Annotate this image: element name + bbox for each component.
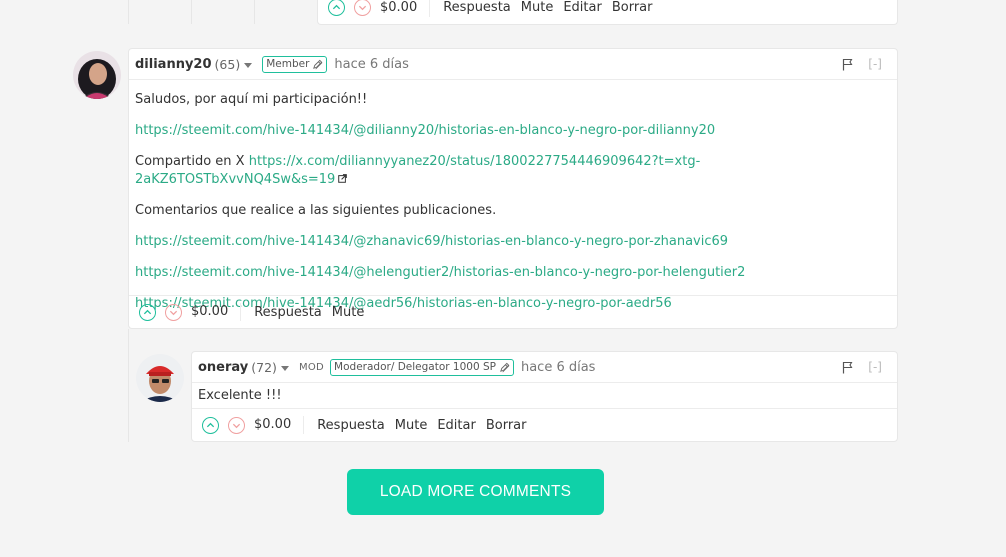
post-link[interactable]: https://steemit.com/hive-141434/@zhanavi… bbox=[135, 234, 728, 249]
collapse-toggle[interactable]: [-] bbox=[868, 360, 882, 374]
reply-link[interactable]: Respuesta bbox=[443, 0, 511, 15]
timestamp[interactable]: hace 6 días bbox=[334, 57, 409, 72]
reply-card: oneray (72) MOD Moderador/ Delegator 100… bbox=[191, 351, 898, 442]
delete-link[interactable]: Borrar bbox=[486, 418, 527, 433]
comment-footer: $0.00 Respuesta Mute Editar Borrar bbox=[192, 408, 897, 441]
caret-down-icon[interactable] bbox=[244, 62, 253, 68]
payout-value[interactable]: $0.00 bbox=[254, 416, 305, 434]
downvote-button[interactable] bbox=[228, 416, 245, 434]
pencil-icon bbox=[313, 59, 323, 69]
avatar[interactable] bbox=[73, 51, 121, 99]
author-name[interactable]: dilianny20 bbox=[135, 57, 212, 72]
downvote-icon bbox=[358, 5, 367, 11]
edit-link[interactable]: Editar bbox=[563, 0, 602, 15]
mute-link[interactable]: Mute bbox=[521, 0, 554, 15]
external-link-icon bbox=[338, 174, 348, 183]
author-name[interactable]: oneray bbox=[198, 360, 248, 375]
flag-icon[interactable] bbox=[842, 58, 853, 71]
thread-line bbox=[128, 0, 129, 24]
avatar-image bbox=[136, 354, 184, 402]
post-link[interactable]: https://steemit.com/hive-141434/@helengu… bbox=[135, 265, 745, 280]
thread-line bbox=[254, 0, 255, 24]
mute-link[interactable]: Mute bbox=[332, 305, 365, 320]
upvote-icon bbox=[143, 309, 152, 314]
pencil-icon bbox=[500, 362, 510, 372]
comment-text: Saludos, por aquí mi participación!! bbox=[135, 92, 368, 107]
upvote-button[interactable] bbox=[328, 0, 345, 16]
downvote-icon bbox=[232, 423, 241, 428]
member-badge: Member bbox=[262, 55, 328, 73]
comment-header: dilianny20 (65) Member hace 6 días [-] bbox=[129, 49, 897, 80]
avatar[interactable] bbox=[136, 354, 184, 402]
badge-label: Moderador/ Delegator 1000 SP bbox=[334, 360, 496, 373]
post-link[interactable]: https://steemit.com/hive-141434/@diliann… bbox=[135, 123, 715, 138]
thread-line bbox=[191, 0, 192, 24]
load-more-comments-button[interactable]: LOAD MORE COMMENTS bbox=[347, 469, 604, 515]
comment-body: Saludos, por aquí mi participación!! htt… bbox=[129, 91, 897, 313]
downvote-button[interactable] bbox=[354, 0, 371, 16]
shared-label: Compartido en X bbox=[135, 154, 245, 169]
delete-link[interactable]: Borrar bbox=[612, 0, 653, 15]
reply-link[interactable]: Respuesta bbox=[317, 418, 385, 433]
reply-link[interactable]: Respuesta bbox=[254, 305, 322, 320]
downvote-icon bbox=[169, 310, 178, 315]
flag-icon[interactable] bbox=[842, 361, 853, 374]
timestamp[interactable]: hace 6 días bbox=[521, 360, 596, 375]
author-reputation: (72) bbox=[251, 359, 277, 375]
payout-value[interactable]: $0.00 bbox=[191, 303, 242, 321]
author-reputation: (65) bbox=[214, 56, 241, 72]
avatar-image bbox=[73, 51, 121, 99]
badge-label: Member bbox=[266, 57, 310, 70]
upvote-icon bbox=[206, 422, 215, 427]
caret-down-icon[interactable] bbox=[280, 365, 289, 371]
upvote-icon bbox=[332, 4, 341, 10]
comment-text: Comentarios que realice a las siguientes… bbox=[135, 203, 497, 218]
collapse-toggle[interactable]: [-] bbox=[868, 57, 882, 71]
mute-link[interactable]: Mute bbox=[395, 418, 428, 433]
upvote-button[interactable] bbox=[139, 303, 156, 321]
comment-header: oneray (72) MOD Moderador/ Delegator 100… bbox=[192, 352, 897, 383]
downvote-button[interactable] bbox=[165, 303, 182, 321]
mod-label: MOD bbox=[298, 361, 325, 373]
moderator-badge: Moderador/ Delegator 1000 SP bbox=[330, 358, 514, 376]
previous-comment-footer: $0.00 Respuesta Mute Editar Borrar bbox=[317, 0, 898, 25]
comment-card: dilianny20 (65) Member hace 6 días [-] S… bbox=[128, 48, 898, 329]
comment-footer: $0.00 Respuesta Mute bbox=[129, 295, 897, 328]
thread-line bbox=[128, 329, 129, 442]
edit-link[interactable]: Editar bbox=[437, 418, 476, 433]
upvote-button[interactable] bbox=[202, 416, 219, 434]
payout-value[interactable]: $0.00 bbox=[380, 0, 431, 17]
